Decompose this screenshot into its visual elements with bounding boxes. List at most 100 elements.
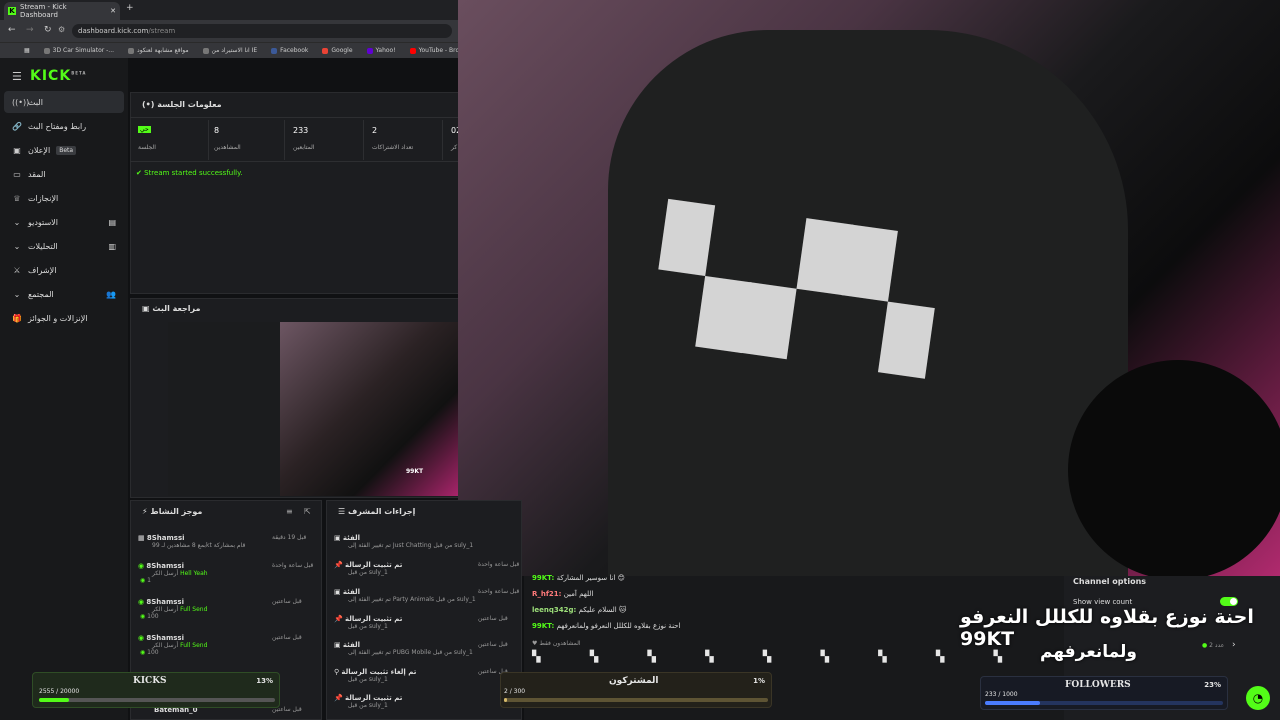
chart-icon: ▥ xyxy=(108,241,116,251)
avatar[interactable]: ▚ xyxy=(647,650,655,664)
stat-subscriptions: 2 تعداد الاشتراكات xyxy=(364,120,443,160)
mod-actions-panel xyxy=(326,500,522,720)
subs-goal-label: المشتركون xyxy=(609,676,659,686)
sidebar-item-analytics[interactable]: ⌄ التحليلات ▥ xyxy=(4,235,124,257)
chat-message: 99KT: احنة نوزع بقلاوه للكللل النعرفو ول… xyxy=(532,622,681,630)
share-icon: ▦ xyxy=(138,534,145,542)
sidebar-item-community[interactable]: ⌄ المجتمع 👥 xyxy=(4,283,124,305)
kicks-goal-progress-text: 2555 / 20000 xyxy=(39,688,80,695)
beta-badge: Beta xyxy=(56,145,77,155)
overlay-message-line2: ولمانعرفهم xyxy=(1040,642,1137,662)
chat-message: leenq342g: السلام عليكم 🐱 xyxy=(532,606,627,614)
subs-goal-percent: 1% xyxy=(753,677,765,685)
stat-kicks: 02 كر xyxy=(451,126,462,151)
subs-goal-fill xyxy=(504,698,507,702)
site-info-icon[interactable]: ⚙ xyxy=(58,25,65,34)
url-domain: dashboard.kick.com xyxy=(78,27,149,35)
preview-title: ▣ مراجعة البث xyxy=(142,304,201,313)
activity-item: ◉ 8Shamssi أرسل الكر Full Send ◉ 100 xyxy=(138,598,208,620)
chat-bubble-icon: ◔ xyxy=(1252,691,1264,705)
close-tab-icon[interactable]: ✕ xyxy=(110,7,116,15)
nested-overlay-name: 99KT xyxy=(406,468,424,475)
list-icon: ☰ xyxy=(338,507,346,516)
activity-item: ◉ 8Shamssi أرسل الكر Hell Yeah ◉ 1 xyxy=(138,562,208,584)
url-field[interactable]: dashboard.kick.com/stream xyxy=(72,24,452,38)
avatar[interactable]: ▚ xyxy=(936,650,944,664)
avatar[interactable]: ▚ xyxy=(878,650,886,664)
activity-item: ◉ 8Shamssi أرسل الكر Full Send ◉ 100 xyxy=(138,634,208,656)
show-view-count-label: Show view count xyxy=(1073,598,1133,606)
mod-action-item: ▣ الفئة تم تغيير الفئة إلى PUBG Mobile من… xyxy=(334,641,473,656)
bookmark-item[interactable]: انا الاستيراد من IE xyxy=(202,47,257,54)
url-path: /stream xyxy=(148,27,176,35)
sidebar-item-moderation[interactable]: ⚔ الإشراف xyxy=(4,259,124,281)
show-view-count-toggle[interactable] xyxy=(1220,597,1238,606)
mod-actions-title: ☰ إجراءات المشرف xyxy=(338,507,416,516)
sidebar-item-drops[interactable]: 🎁 الإنزالات و الجوائز xyxy=(4,307,124,329)
forward-icon[interactable]: → xyxy=(26,25,34,35)
pin-icon: 📌 xyxy=(334,615,343,623)
mod-action-time: قبل ساعتين xyxy=(478,641,508,648)
people-icon: 👥 xyxy=(106,289,116,299)
back-icon[interactable]: ← xyxy=(8,25,16,35)
popout-icon[interactable]: ⇱ xyxy=(304,507,311,516)
avatar[interactable]: ▚ xyxy=(590,650,598,664)
subs-goal-widget: المشتركون 1% 2 / 300 xyxy=(500,672,772,708)
heart-icon: ♥ xyxy=(532,640,538,647)
activity-time: قبل ساعتين xyxy=(272,634,302,641)
kick-logo[interactable]: KICKBETA xyxy=(30,68,86,84)
reload-icon[interactable]: ↻ xyxy=(44,25,52,35)
kick-favicon-icon: K xyxy=(8,7,16,15)
broadcast-icon: ((•)) xyxy=(12,97,30,107)
bookmark-item[interactable]: Facebook xyxy=(271,47,308,54)
avatar[interactable]: ▚ xyxy=(705,650,713,664)
sidebar-item-studio[interactable]: ⌄ الاستوديو ▤ xyxy=(4,211,124,233)
mod-action-time: قبل ساعة واحدة xyxy=(478,588,520,595)
kick-coin-icon: ◉ xyxy=(138,562,145,570)
bookmark-item[interactable]: مواقع مشابهة لعنكود xyxy=(128,47,189,54)
activity-title: ⚡ موجز النشاط xyxy=(142,507,203,516)
help-chat-button[interactable]: ◔ xyxy=(1246,686,1270,710)
microphone xyxy=(1068,360,1280,576)
avatar[interactable]: ▚ xyxy=(763,650,771,664)
followers-goal-label: FOLLOWERS xyxy=(1065,680,1131,690)
menu-icon[interactable]: ☰ xyxy=(12,70,22,83)
kicks-goal-track xyxy=(39,698,275,702)
mod-action-item: ⚲ تم إلغاء تثبيت الرسالة من قبل suly_1 xyxy=(334,668,417,683)
category-icon: ▣ xyxy=(334,641,341,649)
shield-icon: ⚔ xyxy=(13,265,21,275)
sidebar-item-achievements[interactable]: ♕ الإنجازات xyxy=(4,187,124,209)
stream-preview-video[interactable]: 99KT xyxy=(168,322,458,496)
activity-item: ▦ 8Shamssi بمع 8 مشاهدين لـ 99kt قام بمشا… xyxy=(138,534,246,549)
sidebar-item-stream-key[interactable]: 🔗 رابط ومفتاح البث xyxy=(4,115,124,137)
category-icon: ▣ xyxy=(334,588,341,596)
chat-message: R_hf21: اللهم آمين xyxy=(532,590,594,598)
emote-icon: 🐱 xyxy=(618,606,627,614)
bookmark-item[interactable]: Yahoo! xyxy=(366,47,396,54)
browser-tab[interactable]: K Stream - Kick Dashboard ✕ xyxy=(4,2,120,20)
filter-icon[interactable]: ≡ xyxy=(286,507,293,516)
new-tab-icon[interactable]: + xyxy=(126,3,134,13)
followers-goal-percent: 23% xyxy=(1204,681,1221,689)
kick-coin-icon: ◉ xyxy=(138,598,145,606)
unpin-icon: ⚲ xyxy=(334,668,340,676)
stat-viewers: 8 المشاهدين xyxy=(206,120,285,160)
kicks-goal-percent: 13% xyxy=(256,677,273,685)
mod-action-item: 📌 تم تثبيت الرسالة من قبل suly_1 xyxy=(334,561,403,576)
sidebar-item-ads[interactable]: ▣ الإعلان Beta xyxy=(4,139,124,161)
sidebar-item-stream[interactable]: ((•)) البث xyxy=(4,91,124,113)
activity-time: قبل 19 دقيقة xyxy=(272,534,307,541)
mod-action-time: قبل ساعة واحدة xyxy=(478,561,520,568)
avatar[interactable]: ▚ xyxy=(994,650,1002,664)
bookmark-item[interactable]: 3D Car Simulator -... xyxy=(43,47,114,54)
avatar[interactable]: ▚ xyxy=(532,650,540,664)
viewer-avatars-row: ▚ ▚ ▚ ▚ ▚ ▚ ▚ ▚ ▚ xyxy=(532,650,1002,664)
subs-goal-track xyxy=(504,698,768,702)
stat-followers: 233 المتابعين xyxy=(285,120,364,160)
studio-icon: ▤ xyxy=(108,217,116,227)
apps-icon[interactable]: ▦ xyxy=(24,47,30,54)
sidebar-item-wallet[interactable]: ▭ المقد xyxy=(4,163,124,185)
avatar[interactable]: ▚ xyxy=(820,650,828,664)
tab-title: Stream - Kick Dashboard xyxy=(19,3,67,19)
bookmark-item[interactable]: Google xyxy=(322,47,353,54)
